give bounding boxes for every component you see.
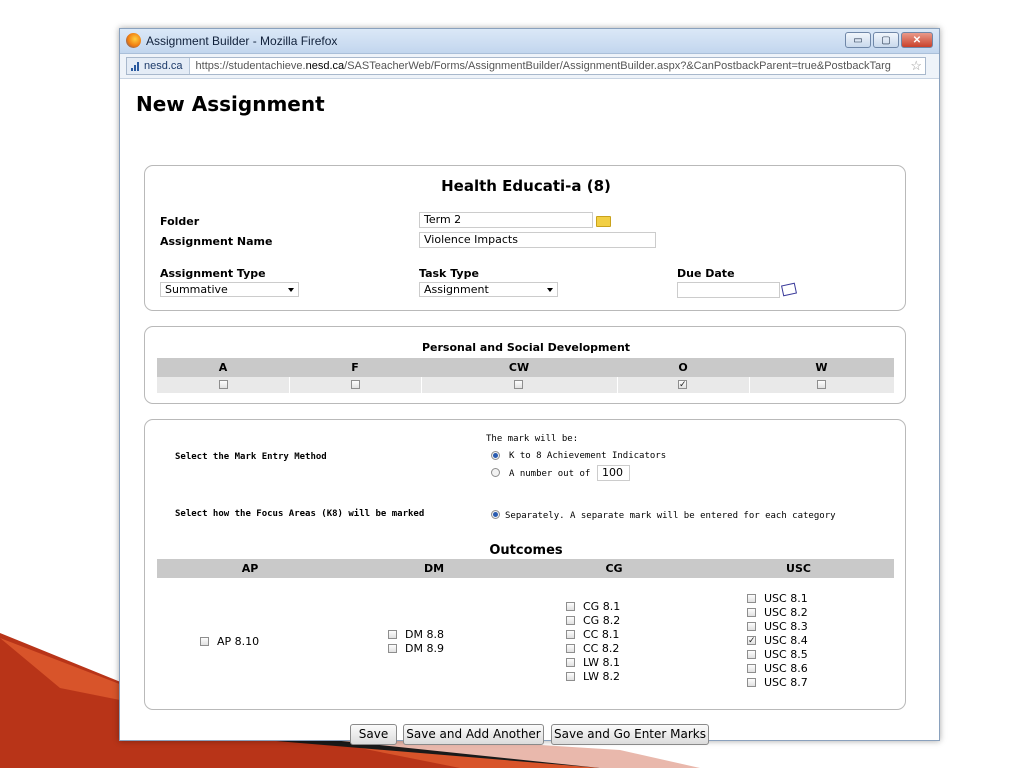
mark-will-be-label: The mark will be: <box>486 434 579 444</box>
task-type-select[interactable]: Assignment <box>419 282 558 297</box>
outcome-label: USC 8.4 <box>764 634 808 647</box>
assignment-type-label: Assignment Type <box>160 267 266 280</box>
site-identity-button[interactable]: nesd.ca <box>127 58 190 74</box>
save-go-enter-marks-button[interactable]: Save and Go Enter Marks <box>551 724 709 745</box>
number-out-of-field[interactable]: 100 <box>597 465 630 481</box>
psd-header-f: F <box>351 361 359 374</box>
outcome-label: CC 8.2 <box>583 642 620 655</box>
outcome-checkbox[interactable] <box>566 630 575 639</box>
task-type-label: Task Type <box>419 267 479 280</box>
psd-checkbox-w[interactable] <box>817 380 826 389</box>
outcome-checkbox[interactable]: ✓ <box>747 636 756 645</box>
psd-checkbox-o[interactable]: ✓ <box>678 380 687 389</box>
psd-checkbox-f[interactable] <box>351 380 360 389</box>
minimize-button[interactable]: ▭ <box>845 32 871 48</box>
details-panel: Health Educati-a (8) Folder Term 2 Assig… <box>144 165 906 311</box>
outcome-label: USC 8.3 <box>764 620 808 633</box>
outcome-checkbox[interactable] <box>566 602 575 611</box>
outcome-label: LW 8.2 <box>583 670 620 683</box>
outcome-label: USC 8.2 <box>764 606 808 619</box>
outcome-label: USC 8.5 <box>764 648 808 661</box>
due-date-label: Due Date <box>677 267 735 280</box>
outcome-checkbox[interactable] <box>200 637 209 646</box>
firefox-icon <box>126 33 141 48</box>
outcome-checkbox[interactable] <box>388 630 397 639</box>
outcomes-header-usc: USC <box>786 562 811 575</box>
radio-number-label: A number out of <box>509 469 591 479</box>
psd-checkbox-a[interactable] <box>219 380 228 389</box>
outcome-checkbox[interactable] <box>747 622 756 631</box>
outcome-label: DM 8.8 <box>405 628 444 641</box>
url-text: https://studentachieve.nesd.ca/SASTeache… <box>195 60 891 72</box>
chevron-down-icon <box>288 288 294 292</box>
due-date-field[interactable] <box>677 282 780 298</box>
outcome-checkbox[interactable] <box>747 664 756 673</box>
folder-icon[interactable] <box>596 216 611 227</box>
assignment-name-label: Assignment Name <box>160 235 273 248</box>
chevron-down-icon <box>547 288 553 292</box>
outcome-checkbox[interactable] <box>747 650 756 659</box>
address-bar: nesd.ca https://studentachieve.nesd.ca/S… <box>120 54 939 79</box>
psd-header-w: W <box>815 361 828 374</box>
browser-window: Assignment Builder - Mozilla Firefox ▭ ▢… <box>119 28 940 745</box>
maximize-button[interactable]: ▢ <box>873 32 899 48</box>
marking-panel: The mark will be: Select the Mark Entry … <box>144 419 906 710</box>
outcome-checkbox[interactable] <box>747 678 756 687</box>
outcome-label: CG 8.1 <box>583 600 621 613</box>
outcome-checkbox[interactable] <box>566 644 575 653</box>
radio-number-out-of[interactable] <box>491 468 500 477</box>
psd-header-o: O <box>678 361 688 374</box>
folder-label: Folder <box>160 215 200 228</box>
outcomes-header-cg: CG <box>605 562 623 575</box>
outcome-checkbox[interactable] <box>566 672 575 681</box>
page-content: New Assignment Health Educati-a (8) Fold… <box>120 78 939 745</box>
psd-title: Personal and Social Development <box>421 341 631 354</box>
psd-checkbox-row: ✓ <box>157 377 894 393</box>
psd-checkbox-cw[interactable] <box>514 380 523 389</box>
assignment-name-field[interactable]: Violence Impacts <box>419 232 656 248</box>
outcome-label: USC 8.1 <box>764 592 808 605</box>
window-title: Assignment Builder - Mozilla Firefox <box>146 34 338 48</box>
outcomes-header-ap: AP <box>241 562 259 575</box>
focus-areas-label: Select how the Focus Areas (K8) will be … <box>175 509 425 519</box>
outcome-checkbox[interactable] <box>566 616 575 625</box>
outcomes-title: Outcomes <box>489 543 563 558</box>
mark-entry-label: Select the Mark Entry Method <box>175 452 327 462</box>
outcome-label: CC 8.1 <box>583 628 620 641</box>
save-add-another-button[interactable]: Save and Add Another <box>403 724 544 745</box>
outcome-checkbox[interactable] <box>747 608 756 617</box>
radio-separately-label: Separately. A separate mark will be ente… <box>505 511 836 521</box>
course-title: Health Educati-a (8) <box>441 177 611 195</box>
outcome-label: AP 8.10 <box>217 635 260 648</box>
window-titlebar: Assignment Builder - Mozilla Firefox ▭ ▢… <box>120 29 939 54</box>
psd-header-cw: CW <box>508 361 530 374</box>
url-field[interactable]: nesd.ca https://studentachieve.nesd.ca/S… <box>126 57 926 75</box>
calendar-icon[interactable] <box>781 282 797 297</box>
outcome-label: USC 8.7 <box>764 676 808 689</box>
close-button[interactable]: ✕ <box>901 32 933 48</box>
radio-k8-label: K to 8 Achievement Indicators <box>509 451 667 461</box>
psd-header-a: A <box>218 361 228 374</box>
outcome-label: USC 8.6 <box>764 662 808 675</box>
radio-separately[interactable] <box>491 510 500 519</box>
bookmark-star-icon[interactable]: ☆ <box>910 58 922 74</box>
radio-k8-indicators[interactable] <box>491 451 500 460</box>
outcome-label: DM 8.9 <box>405 642 444 655</box>
outcome-label: CG 8.2 <box>583 614 621 627</box>
outcome-checkbox[interactable] <box>566 658 575 667</box>
psd-header-row: A F CW O W <box>157 358 894 377</box>
outcomes-header-dm: DM <box>423 562 445 575</box>
outcome-checkbox[interactable] <box>388 644 397 653</box>
outcome-checkbox[interactable] <box>747 594 756 603</box>
save-button[interactable]: Save <box>350 724 397 745</box>
outcomes-header-row: AP DM CG USC <box>157 559 894 578</box>
psd-panel: Personal and Social Development A F CW O… <box>144 326 906 404</box>
folder-field[interactable]: Term 2 <box>419 212 593 228</box>
site-identity-label: nesd.ca <box>144 60 183 72</box>
outcome-label: LW 8.1 <box>583 656 620 669</box>
signal-icon <box>131 61 139 71</box>
page-title: New Assignment <box>136 92 325 116</box>
assignment-type-select[interactable]: Summative <box>160 282 299 297</box>
